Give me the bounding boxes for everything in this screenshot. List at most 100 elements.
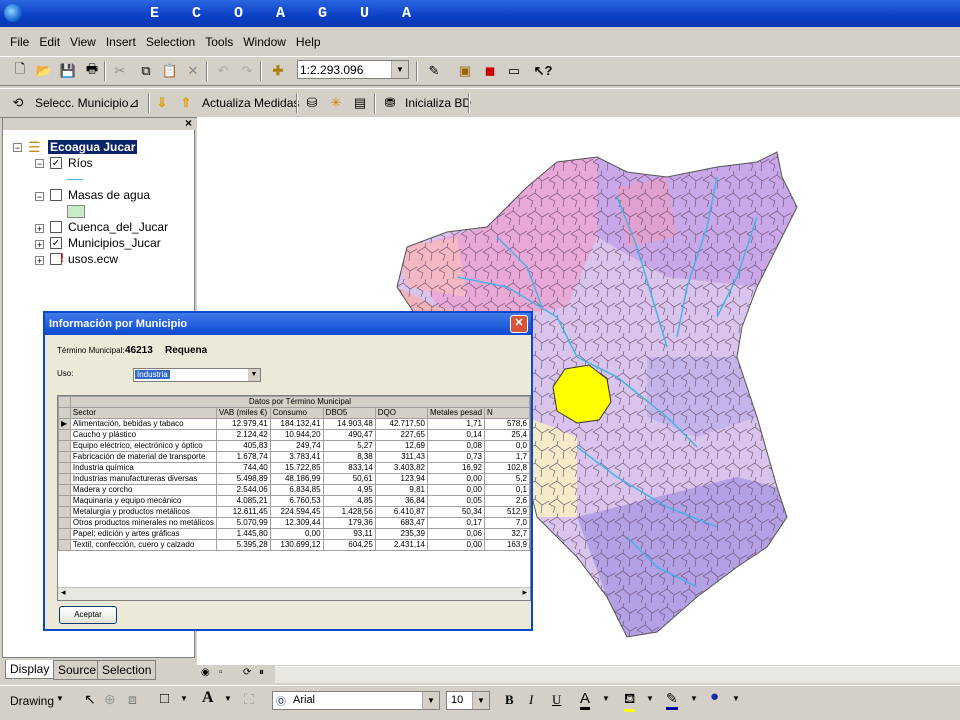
table-cell[interactable]: 50,34 <box>426 506 486 518</box>
layer-label-rios[interactable]: Ríos <box>68 156 93 170</box>
table-cell[interactable]: 5.070,99 <box>215 517 271 529</box>
chevron-down-icon[interactable]: ▼ <box>690 694 698 703</box>
text-tool-icon[interactable]: A <box>202 689 214 707</box>
layout-view-icon[interactable]: ▫ <box>219 667 223 678</box>
layer-checkbox-masas[interactable] <box>50 189 62 201</box>
map-scale-dropdown[interactable]: 1:2.293.096 ▼ <box>297 60 409 79</box>
menu-view[interactable]: View <box>70 32 96 52</box>
row-header-cell[interactable] <box>58 429 71 441</box>
arrow-down-icon[interactable]: ⇓ <box>152 93 172 113</box>
expand-icon[interactable]: + <box>35 224 44 234</box>
table-cell[interactable]: Maquinaria y equipo mecánico <box>69 495 217 507</box>
toc-root-frame[interactable]: Ecoagua Jucar <box>48 140 138 154</box>
arctoolbox-icon[interactable]: ▣ <box>455 61 475 81</box>
table-cell[interactable]: 1.428,56 <box>322 506 376 518</box>
uso-dropdown[interactable]: Industria ▼ <box>133 368 261 382</box>
select-municipio-icon[interactable]: ⟲ <box>8 93 28 113</box>
table-cell[interactable]: 179,36 <box>322 517 376 529</box>
table-cell[interactable]: 2.544,06 <box>215 484 271 496</box>
table-cell[interactable]: 3.783,41 <box>269 451 324 463</box>
column-header[interactable]: Metales pesad <box>426 407 486 419</box>
inicializa-bd-button[interactable]: Inicializa BD <box>405 96 471 110</box>
tab-selection[interactable]: Selection <box>97 660 157 680</box>
table-cell[interactable]: 4,95 <box>322 484 376 496</box>
column-header[interactable]: Sector <box>69 407 217 419</box>
table-cell[interactable]: Caucho y plástico <box>69 429 217 441</box>
row-header-cell[interactable] <box>58 495 71 507</box>
table-cell[interactable]: Madera y corcho <box>69 484 217 496</box>
italic-button[interactable]: I <box>529 692 533 708</box>
table-cell[interactable]: 2,6 <box>484 495 530 507</box>
table-cell[interactable]: Textil, confección, cuero y calzado <box>69 539 217 551</box>
chevron-down-icon[interactable]: ▼ <box>646 694 654 703</box>
table-cell[interactable]: 9,81 <box>374 484 428 496</box>
table-cell[interactable]: 833,14 <box>322 462 376 474</box>
column-header[interactable]: DBO5 <box>322 407 376 419</box>
table-cell[interactable]: 512,9 <box>484 506 530 518</box>
table-cell[interactable]: 50,61 <box>322 473 376 485</box>
row-header-cell[interactable] <box>58 517 71 529</box>
save-icon[interactable]: 💾 <box>58 61 78 81</box>
aceptar-button[interactable]: Aceptar <box>59 606 117 624</box>
layer-label-masas[interactable]: Masas de agua <box>68 188 150 202</box>
table-cell[interactable]: 224.594,45 <box>269 506 324 518</box>
table-cell[interactable]: 1,71 <box>426 418 486 430</box>
table-cell[interactable]: 0,00 <box>426 484 486 496</box>
table-cell[interactable]: 0,05 <box>426 495 486 507</box>
layer-label-usos[interactable]: usos.ecw <box>68 252 118 266</box>
column-header[interactable]: DQO <box>374 407 428 419</box>
menu-help[interactable]: Help <box>296 32 321 52</box>
menu-edit[interactable]: Edit <box>39 32 60 52</box>
table-row[interactable]: Equipo eléctrico, electrónico y óptico 40… <box>58 440 530 452</box>
table-row[interactable]: Madera y corcho 2.544,06 6.834,85 4,95 9,81 0… <box>58 484 530 496</box>
table-cell[interactable]: 0,08 <box>426 440 486 452</box>
chevron-down-icon[interactable]: ▼ <box>391 61 408 78</box>
layer-label-municipios[interactable]: Municipios_Jucar <box>68 236 161 250</box>
table-cell[interactable]: 10.944,20 <box>269 429 324 441</box>
drawing-menu[interactable]: Drawing <box>10 694 54 708</box>
table-cell[interactable]: 249,74 <box>269 440 324 452</box>
table-cell[interactable]: 102,8 <box>484 462 530 474</box>
expand-icon[interactable]: + <box>35 240 44 250</box>
table-cell[interactable]: 0,17 <box>426 517 486 529</box>
row-header-cell[interactable] <box>58 539 71 551</box>
layer-checkbox-cuenca[interactable] <box>50 221 62 233</box>
table-cell[interactable]: 578,6 <box>484 418 530 430</box>
open-icon[interactable]: 📂 <box>34 61 54 81</box>
table-cell[interactable]: Industria química <box>69 462 217 474</box>
row-header-cell[interactable] <box>58 506 71 518</box>
table-row[interactable]: Caucho y plástico 2.124,42 10.944,20 490,47… <box>58 429 530 441</box>
table-cell[interactable]: 5.498,89 <box>215 473 271 485</box>
map-horizontal-scrollbar[interactable] <box>275 666 960 683</box>
table-cell[interactable]: 5,2 <box>484 473 530 485</box>
tab-display[interactable]: Display <box>5 660 55 679</box>
sector-data-grid[interactable]: Datos por Término Municipal Sector VAB (… <box>57 395 531 601</box>
table-row[interactable]: Industria química 744,40 15.722,85 833,14 3.… <box>58 462 530 474</box>
row-header-cell[interactable]: ▶ <box>58 418 71 430</box>
data-view-icon[interactable]: ◉ <box>201 667 210 678</box>
table-cell[interactable]: 1,7 <box>484 451 530 463</box>
sparkle-icon[interactable]: ✳ <box>326 93 346 113</box>
delete-icon[interactable]: ✕ <box>183 61 203 81</box>
table-cell[interactable]: 2.124,42 <box>215 429 271 441</box>
table-cell[interactable]: 130.699,12 <box>269 539 324 551</box>
tab-source[interactable]: Source <box>53 660 102 680</box>
table-cell[interactable]: 227,65 <box>374 429 428 441</box>
menu-tools[interactable]: Tools <box>205 32 233 52</box>
table-cell[interactable]: 405,83 <box>215 440 271 452</box>
layer-checkbox-rios[interactable]: ✓ <box>50 157 62 169</box>
menu-file[interactable]: File <box>10 32 29 52</box>
layer-label-cuenca[interactable]: Cuenca_del_Jucar <box>68 220 168 234</box>
underline-button[interactable]: U <box>552 692 561 708</box>
menu-insert[interactable]: Insert <box>106 32 136 52</box>
row-header-cell[interactable] <box>58 451 71 463</box>
close-icon[interactable]: ✕ <box>510 315 528 333</box>
rotate-icon[interactable]: ⊕ <box>104 691 116 708</box>
table-cell[interactable]: 32,7 <box>484 528 530 540</box>
collapse-icon[interactable]: − <box>35 192 44 202</box>
menu-window[interactable]: Window <box>243 32 286 52</box>
database-icon[interactable]: ⛁ <box>302 93 322 113</box>
chevron-down-icon[interactable]: ▼ <box>602 694 610 703</box>
table-cell[interactable]: 12,69 <box>374 440 428 452</box>
table-cell[interactable]: 6.410,87 <box>374 506 428 518</box>
